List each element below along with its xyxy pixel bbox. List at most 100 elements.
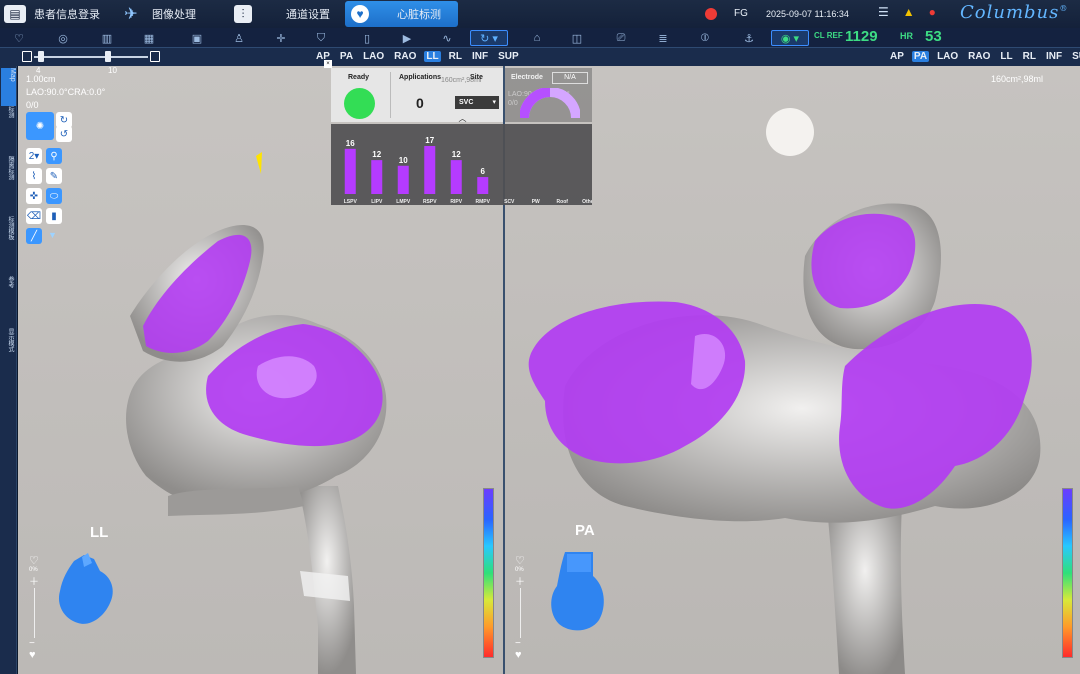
slider-handle-max[interactable] [105,51,111,62]
slider-handle-min[interactable] [38,51,44,62]
size-select-button[interactable]: 2▾ [26,148,42,164]
right-view-rl[interactable]: RL [1021,51,1038,62]
right-view-lao[interactable]: LAO [935,51,960,62]
left-view-lao[interactable]: LAO [361,51,386,62]
ablation-site-bar-chart: 16 LSPV 12 LIPV 10 LMPV 17 RSPV 12 RIPV 6 RMPV SCV PW… [344,136,592,205]
grid-icon[interactable]: ▥ [96,30,118,46]
zoom-track[interactable] [520,588,521,638]
rail-item-isolation[interactable]: 隔离标测 [2,156,15,180]
tab-image-processing[interactable]: ✈ 图像处理 [118,0,196,28]
left-view-rao[interactable]: RAO [392,51,418,62]
rfa-icon[interactable]: ◎ [52,30,74,46]
heart-outline-icon[interactable]: ♡ [8,30,30,46]
slider-min-label: 4 [36,66,41,75]
ecg-icon[interactable]: ∿ [436,30,458,46]
heart-filled-icon[interactable]: ♥ [29,649,41,661]
tick-label-rmpv: RMPV [476,199,491,205]
collapse-icon[interactable]: ︿ [456,113,469,123]
right-view-sup[interactable]: SUP [1070,51,1080,62]
applications-label: Applications [399,74,442,81]
rotate-tool-button[interactable]: ↻ ▾ [470,30,508,46]
brush-icon[interactable]: ⌇ [26,168,42,184]
catheter-icon[interactable]: ⌂ [526,30,548,46]
ellipse-icon[interactable]: ⬭ [46,188,62,204]
left-counter-label: 0/0 [26,100,39,110]
slider-max-label: 10 [108,66,117,75]
vessel-ring [300,571,350,601]
layers-icon[interactable]: ▣ [186,30,208,46]
tab-patient-registration[interactable]: ▤ 患者信息登录 [4,0,100,28]
right-view-rao[interactable]: RAO [966,51,992,62]
left-view-rl[interactable]: RL [447,51,464,62]
play-icon[interactable]: ▶ [396,30,418,46]
rail-item-reference[interactable]: 参考 [2,276,15,288]
site-label: Site [470,74,483,81]
trash-icon[interactable]: ▮ [46,208,62,224]
reference-sphere[interactable] [766,108,814,156]
left-view-pa[interactable]: PA [338,51,355,62]
drop-icon[interactable]: ▼ [48,230,57,240]
heart-outline-icon[interactable]: ♡ [515,554,527,567]
draw-line-icon[interactable]: ╱ [26,228,42,244]
tag-tool-button[interactable]: ✺ [26,112,54,140]
electrode-value[interactable]: N/A [552,72,588,84]
tab-cardiac-mapping[interactable]: ♥ 心脏标测 [345,1,458,27]
rail-item-map[interactable]: Map [1,68,16,106]
screen-icon[interactable]: ⎚ [610,30,632,46]
zoom-track[interactable] [34,588,35,638]
sliders-icon: ⫶ [234,5,252,23]
right-orientation-label: PA [575,522,595,539]
pen-icon[interactable]: ✎ [46,168,62,184]
zoom-in-icon[interactable]: ＋ [515,573,527,588]
site-select[interactable]: SVC ▾ [455,96,499,109]
rail-item-display[interactable]: 显示模式 [2,328,15,352]
phone-icon[interactable]: ▯ [356,30,378,46]
zoom-in-icon[interactable]: ＋ [29,573,41,588]
rail-item-template[interactable]: 标测模板 [2,216,15,240]
crosshair-icon[interactable]: ✛ [270,30,292,46]
right-view-pa[interactable]: PA [911,51,930,62]
zoom-out-icon[interactable]: − [515,638,527,649]
lungs-icon[interactable]: ⦶ [694,30,716,46]
rotate-ccw-icon[interactable]: ↺ [56,126,72,142]
warning-icon[interactable]: ▲ [903,5,915,19]
brush-size-slider[interactable] [34,56,148,58]
heart-outline-icon[interactable]: ♡ [29,554,41,567]
left-view-inf[interactable]: INF [470,51,490,62]
right-view-inf[interactable]: INF [1044,51,1064,62]
stats-close-button[interactable]: × [324,60,332,68]
lock-icon[interactable] [22,51,32,62]
heart-filled-icon[interactable]: ♥ [515,649,527,661]
rail-item-mapping[interactable]: 标测 [2,106,15,118]
vr-icon[interactable]: ◫ [566,30,588,46]
tab-channel-settings[interactable]: ⫶ 通道设置 [234,0,330,28]
right-view-selector: AP PA LAO RAO LL RL INF SUP [888,51,1080,62]
tab-patient-label: 患者信息登录 [34,9,100,21]
person-icon[interactable]: ♙ [228,30,250,46]
right-view-ll[interactable]: LL [998,51,1014,62]
alarm-icon[interactable]: ● [929,5,936,19]
cl-ref-label: CL REF [814,31,843,40]
zoom-out-icon[interactable]: − [29,638,41,649]
unlock-icon[interactable] [150,51,160,62]
pointer-icon[interactable]: ✜ [26,188,42,204]
anchor-icon[interactable]: ⚓ [738,30,760,46]
marker-icon[interactable]: ⚲ [46,148,62,164]
brand-name: Columbus [960,2,1060,23]
settings-sliders-icon[interactable]: ☰ [878,5,889,19]
list-icon[interactable]: ≣ [652,30,674,46]
right-view-ap[interactable]: AP [888,51,906,62]
satellite-icon: ✈ [124,6,138,23]
right-orientation-heart[interactable] [547,546,611,636]
record-indicator[interactable] [705,8,717,20]
left-view-ll[interactable]: LL [424,51,441,62]
eraser-icon[interactable]: ⌫ [26,208,42,224]
shield-icon[interactable]: ⛉ [310,30,332,46]
left-orientation-heart[interactable] [54,551,118,631]
sphere-tool-button[interactable]: ◉ ▾ [771,30,809,46]
left-view-sup[interactable]: SUP [496,51,521,62]
cl-ref-value: 1129 [845,28,878,45]
left-scale-label: 1.00cm [26,74,56,84]
film-icon[interactable]: ▦ [138,30,160,46]
top-menu-bar: ▤ 患者信息登录 ✈ 图像处理 ⫶ 通道设置 ♥ 心脏标测 FG 2025-09… [0,0,1080,28]
